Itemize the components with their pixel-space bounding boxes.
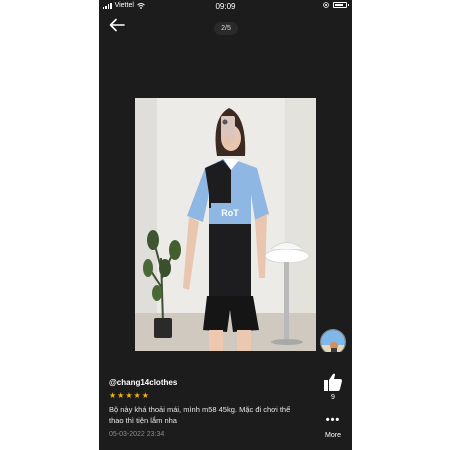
like-count: 9: [331, 394, 335, 401]
image-counter: 2/5: [214, 22, 238, 35]
svg-text:RoT: RoT: [221, 208, 239, 218]
star-icon: ★: [117, 391, 125, 400]
status-right: [323, 2, 349, 8]
rating-stars: ★ ★ ★ ★ ★: [109, 391, 149, 400]
review-panel: @chang14clothes ★ ★ ★ ★ ★ Bộ này khá tho…: [99, 352, 352, 450]
back-arrow-icon[interactable]: [108, 17, 126, 33]
status-bar: Viettel 09:09: [99, 0, 352, 13]
battery-icon: [333, 2, 349, 8]
star-icon: ★: [125, 391, 133, 400]
location-icon: [323, 2, 329, 8]
thumbs-up-icon[interactable]: [322, 372, 344, 392]
review-text: Bộ này khá thoải mái, mình m58 45kg. Mặc…: [109, 405, 291, 425]
more-dots-icon[interactable]: •••: [321, 414, 345, 426]
photo-illustration: RoT: [135, 98, 316, 351]
star-icon: ★: [109, 391, 117, 400]
review-date: 05-03-2022 23:34: [109, 431, 165, 438]
status-time: 09:09: [215, 2, 236, 11]
more-label[interactable]: More: [317, 432, 349, 439]
review-username[interactable]: @chang14clothes: [109, 378, 177, 387]
review-photo[interactable]: RoT: [135, 98, 316, 351]
star-icon: ★: [133, 391, 141, 400]
star-icon: ★: [141, 391, 149, 400]
app-screen: Viettel 09:09 2/5 RoT @chang14clothes ★ …: [99, 0, 352, 450]
